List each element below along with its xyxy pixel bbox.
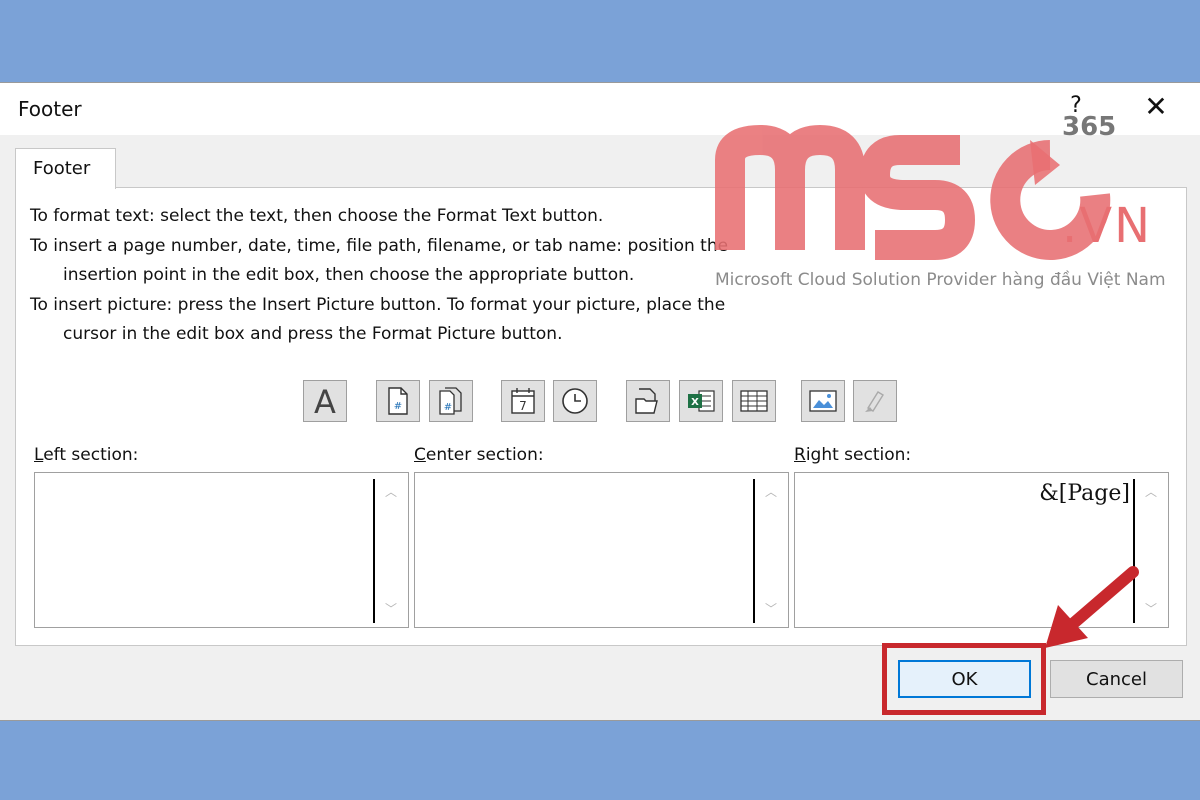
folder-icon bbox=[635, 388, 658, 414]
brand-tagline: Microsoft Cloud Solution Provider hàng đ… bbox=[715, 270, 1166, 290]
page-number-icon: # bbox=[388, 387, 408, 415]
instruction-line: cursor in the edit box and press the For… bbox=[63, 324, 563, 344]
insert-file-name-button[interactable]: X bbox=[679, 380, 723, 422]
scrollbar[interactable]: ︿ ﹀ bbox=[758, 473, 788, 627]
text-cursor bbox=[753, 479, 755, 623]
number-of-pages-icon: # bbox=[439, 387, 462, 415]
scroll-down-icon[interactable]: ﹀ bbox=[385, 600, 397, 617]
insert-sheet-name-button[interactable] bbox=[732, 380, 776, 422]
scroll-up-icon[interactable]: ︿ bbox=[765, 483, 777, 500]
text-cursor bbox=[373, 479, 375, 623]
format-text-icon: A bbox=[314, 384, 336, 418]
tab-footer[interactable]: Footer bbox=[15, 148, 116, 189]
svg-text:7: 7 bbox=[519, 399, 527, 413]
scroll-down-icon[interactable]: ﹀ bbox=[1145, 600, 1157, 617]
scrollbar[interactable]: ︿ ﹀ bbox=[378, 473, 408, 627]
instruction-line: To insert picture: press the Insert Pict… bbox=[30, 295, 726, 315]
clock-icon bbox=[562, 388, 588, 414]
format-picture-button[interactable] bbox=[853, 380, 897, 422]
svg-text:X: X bbox=[691, 397, 699, 408]
format-picture-icon bbox=[865, 391, 884, 412]
instruction-line: To insert a page number, date, time, fil… bbox=[30, 236, 729, 256]
right-section-value: &[Page] bbox=[1039, 481, 1130, 506]
brand-domain: .VN bbox=[1062, 198, 1152, 254]
center-section-label: Center section: bbox=[414, 445, 544, 465]
tab-footer-label: Footer bbox=[33, 158, 91, 179]
brand-365: 365 bbox=[1062, 112, 1117, 142]
excel-file-icon: X bbox=[688, 390, 715, 412]
right-section-input[interactable]: &[Page] ︿ ﹀ bbox=[794, 472, 1169, 628]
svg-text:#: # bbox=[444, 402, 452, 413]
insert-time-button[interactable] bbox=[553, 380, 597, 422]
insert-file-path-button[interactable] bbox=[626, 380, 670, 422]
left-section-label: Left section: bbox=[34, 445, 139, 465]
calendar-icon: 7 bbox=[511, 388, 535, 414]
insert-page-number-button[interactable]: # bbox=[376, 380, 420, 422]
instruction-line: To format text: select the text, then ch… bbox=[30, 206, 604, 226]
insert-number-of-pages-button[interactable]: # bbox=[429, 380, 473, 422]
cancel-button[interactable]: Cancel bbox=[1050, 660, 1183, 698]
dialog-title: Footer bbox=[18, 97, 82, 121]
insert-date-button[interactable]: 7 bbox=[501, 380, 545, 422]
picture-icon bbox=[809, 390, 837, 412]
left-section-input[interactable]: ︿ ﹀ bbox=[34, 472, 409, 628]
ok-highlight-box bbox=[882, 643, 1046, 715]
text-cursor bbox=[1133, 479, 1135, 623]
svg-text:#: # bbox=[394, 401, 402, 412]
scroll-down-icon[interactable]: ﹀ bbox=[765, 600, 777, 617]
scroll-up-icon[interactable]: ︿ bbox=[1145, 483, 1157, 500]
instruction-line: insertion point in the edit box, then ch… bbox=[63, 265, 635, 285]
center-section-input[interactable]: ︿ ﹀ bbox=[414, 472, 789, 628]
scrollbar[interactable]: ︿ ﹀ bbox=[1138, 473, 1168, 627]
format-text-button[interactable]: A bbox=[303, 380, 347, 422]
insert-picture-button[interactable] bbox=[801, 380, 845, 422]
svg-text:A: A bbox=[314, 384, 336, 418]
scroll-up-icon[interactable]: ︿ bbox=[385, 483, 397, 500]
right-section-label: Right section: bbox=[794, 445, 912, 465]
sheet-icon bbox=[740, 390, 768, 412]
